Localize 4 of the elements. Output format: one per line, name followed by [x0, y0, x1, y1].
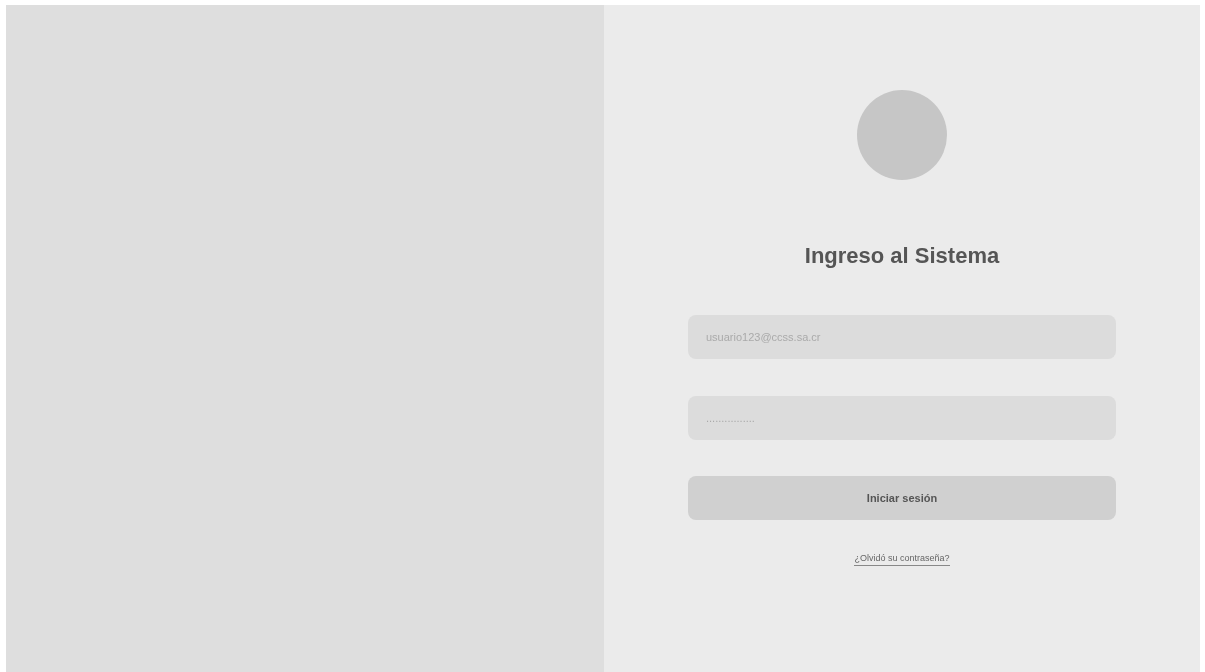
login-button[interactable]: Iniciar sesión: [688, 476, 1116, 520]
login-title: Ingreso al Sistema: [804, 243, 1000, 269]
forgot-password-link[interactable]: ¿Olvidó su contraseña?: [854, 553, 950, 566]
password-field[interactable]: ................: [688, 396, 1116, 440]
